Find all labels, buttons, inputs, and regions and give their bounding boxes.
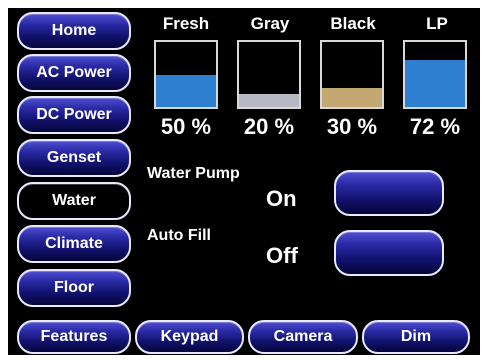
nav-dc-power-button[interactable]: DC Power (17, 96, 131, 134)
control-panel-screen: Home AC Power DC Power Genset Water Clim… (8, 8, 480, 355)
tank-percent-gray: 20 % (243, 114, 295, 139)
nav-home-button[interactable]: Home (17, 12, 131, 50)
nav-ac-power-label: AC Power (36, 64, 112, 81)
tank-gauge-black (320, 40, 384, 109)
nav-floor-label: Floor (54, 279, 94, 296)
auto-fill-label: Auto Fill (147, 227, 211, 244)
features-label: Features (40, 328, 108, 345)
tank-fill-gray (239, 94, 299, 107)
tank-label-gray: Gray (250, 14, 290, 33)
tank-label-black: Black (330, 14, 376, 33)
tank-fill-lp (405, 60, 465, 107)
nav-water-label: Water (52, 192, 96, 209)
keypad-button[interactable]: Keypad (135, 320, 244, 354)
tank-label-fresh: Fresh (162, 14, 210, 33)
nav-dc-power-label: DC Power (36, 106, 112, 123)
nav-home-label: Home (51, 22, 97, 39)
tank-gauge-lp (403, 40, 467, 109)
water-pump-state: On (266, 186, 297, 211)
dim-label: Dim (400, 328, 432, 345)
keypad-label: Keypad (160, 328, 219, 345)
tank-percent-black: 30 % (326, 114, 378, 139)
water-pump-toggle-button[interactable] (334, 170, 444, 216)
water-pump-label: Water Pump (147, 165, 240, 182)
nav-water-button[interactable]: Water (17, 182, 131, 220)
tank-percent-lp: 72 % (409, 114, 461, 139)
nav-climate-button[interactable]: Climate (17, 225, 131, 263)
nav-genset-button[interactable]: Genset (17, 139, 131, 177)
tank-percent-fresh: 50 % (160, 114, 212, 139)
auto-fill-toggle-button[interactable] (334, 230, 444, 276)
tank-gauge-gray (237, 40, 301, 109)
nav-floor-button[interactable]: Floor (17, 269, 131, 307)
dim-button[interactable]: Dim (362, 320, 470, 354)
camera-button[interactable]: Camera (248, 320, 358, 354)
features-button[interactable]: Features (17, 320, 131, 354)
tank-gauge-fresh (154, 40, 218, 109)
auto-fill-state: Off (266, 243, 298, 268)
tank-label-lp: LP (426, 14, 448, 33)
tank-fill-black (322, 87, 382, 107)
nav-climate-label: Climate (45, 235, 103, 252)
camera-label: Camera (273, 328, 333, 345)
nav-genset-label: Genset (46, 149, 102, 166)
tank-fill-fresh (156, 74, 216, 107)
nav-ac-power-button[interactable]: AC Power (17, 54, 131, 92)
